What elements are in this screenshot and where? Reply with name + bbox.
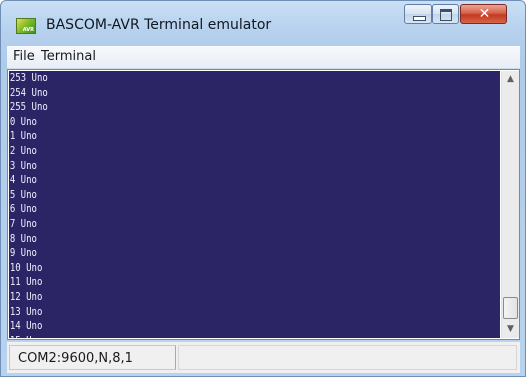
menu-bar: File Terminal [7,46,520,69]
terminal-output[interactable]: 253 Uno 254 Uno 255 Uno 0 Uno 1 Uno 2 Uno 3 Un… [9,71,500,338]
window-title: BASCOM-AVR Terminal emulator [46,17,272,33]
minimize-button[interactable] [404,4,432,24]
status-bar: COM2:9600,N,8,1 [7,341,520,373]
scroll-up-arrow-icon[interactable]: ▲ [502,71,519,88]
terminal-line: 9 Uno [9,246,37,260]
title-bar[interactable]: AVR BASCOM-AVR Terminal emulator ✕ [1,1,525,40]
minimize-icon [413,16,426,21]
terminal-line: 5 Uno [9,187,37,201]
menu-terminal[interactable]: Terminal [41,49,96,64]
terminal-line: 255 Uno [9,100,48,114]
terminal-emulator-window: AVR BASCOM-AVR Terminal emulator ✕ File … [0,0,526,377]
scroll-thumb[interactable] [503,297,518,319]
maximize-button[interactable] [432,4,459,24]
terminal-line: 15 Uno [9,334,412,338]
terminal-line: 0 Uno [9,114,37,128]
app-icon-label: AVR [22,27,34,33]
status-panel-connection: COM2:9600,N,8,1 [9,345,176,370]
status-panel-secondary [178,345,517,370]
terminal-frame: 253 Uno 254 Uno 255 Uno 0 Uno 1 Uno 2 Uno 3 Un… [7,69,520,340]
terminal-line: 10 Uno [9,260,43,274]
terminal-line: 6 Uno [9,202,37,216]
connection-status: COM2:9600,N,8,1 [18,351,133,366]
terminal-line: 8 Uno [9,231,37,245]
bascom-avr-app-icon[interactable]: AVR [16,18,36,34]
terminal-line: 254 Uno [9,85,48,99]
terminal-line: 2 Uno [9,143,37,157]
terminal-line: 13 Uno [9,304,43,318]
scroll-down-arrow-icon[interactable]: ▼ [502,321,519,338]
terminal-line: 253 Uno [9,71,48,84]
terminal-line: 1 Uno [9,129,37,143]
close-icon: ✕ [478,6,491,22]
maximize-icon [440,9,452,21]
terminal-line: 7 Uno [9,216,37,230]
terminal-line: 3 Uno [9,158,37,172]
menu-file[interactable]: File [13,49,35,64]
vertical-scrollbar[interactable]: ▲ ▼ [501,71,519,338]
terminal-line: 4 Uno [9,173,37,187]
close-button[interactable]: ✕ [460,4,507,24]
terminal-line: 11 Uno [9,275,43,289]
terminal-line: 14 Uno [9,319,43,333]
terminal-line: 12 Uno [9,289,43,303]
